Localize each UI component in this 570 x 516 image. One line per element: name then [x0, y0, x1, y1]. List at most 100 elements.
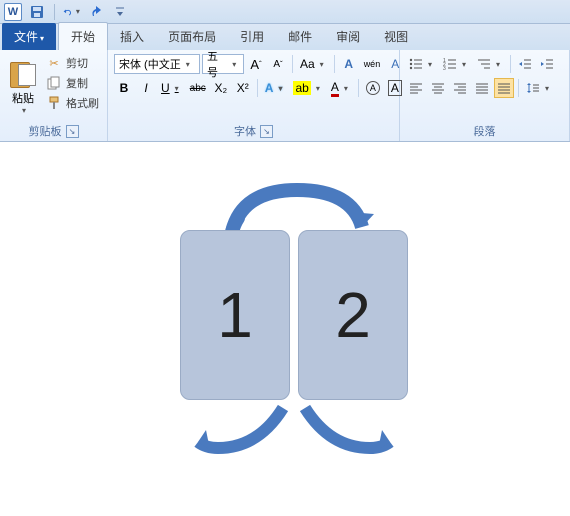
font-name-combo[interactable]: 宋体 (中文正▾ [114, 54, 200, 74]
dropdown-icon: ▾ [172, 84, 182, 93]
tab-references[interactable]: 引用 [228, 23, 276, 50]
tab-file[interactable]: 文件▾ [2, 23, 56, 50]
superscript-label: X² [237, 81, 249, 95]
phonetic-a-label: A [344, 57, 353, 71]
dropdown-icon: ▾ [75, 7, 81, 16]
underline-button[interactable]: U▾ [158, 78, 185, 98]
grow-font-button[interactable]: Aˆ [246, 54, 266, 74]
title-bar: W ▾ [0, 0, 570, 24]
cut-label: 剪切 [66, 55, 88, 71]
outdent-icon [518, 58, 532, 70]
undo-button[interactable]: ▾ [63, 3, 81, 21]
align-left-button[interactable] [406, 78, 426, 98]
tab-layout[interactable]: 页面布局 [156, 23, 228, 50]
format-painter-button[interactable]: 格式刷 [44, 94, 101, 112]
cycle-arrow-bottom-left [188, 400, 298, 456]
italic-label: I [144, 81, 147, 95]
align-justify-button[interactable] [472, 78, 492, 98]
group-font: 宋体 (中文正▾ 五号▾ Aˆ Aˇ Aa▾ A wén A B I [108, 50, 400, 141]
dropdown-icon: ▾ [230, 60, 239, 69]
strike-button[interactable]: abc [187, 78, 209, 98]
group-clipboard: 粘贴 ▾ ✂ 剪切 复制 格式刷 [0, 50, 108, 141]
dropdown-icon: ▾ [425, 60, 435, 69]
dropdown-icon: ▾ [183, 60, 193, 69]
indent-icon [540, 58, 554, 70]
phonetic-a-button[interactable]: A [339, 54, 359, 74]
dropdown-icon: ▾ [19, 106, 29, 115]
paragraph-group-label: 段落 [474, 123, 496, 139]
clipboard-launcher[interactable]: ↘ [66, 125, 79, 138]
format-painter-label: 格式刷 [66, 95, 99, 111]
tab-insert[interactable]: 插入 [108, 23, 156, 50]
align-justify-icon [475, 82, 489, 94]
align-center-button[interactable] [428, 78, 448, 98]
dropdown-icon: ▾ [40, 34, 44, 43]
paste-button[interactable]: 粘贴 ▾ [4, 52, 42, 117]
shrink-font-label: A [273, 59, 280, 70]
decrease-indent-button[interactable] [515, 54, 535, 74]
align-right-button[interactable] [450, 78, 470, 98]
diagram-box-1[interactable]: 1 [180, 230, 290, 400]
clear-formatting-label: A [391, 57, 399, 71]
cut-button[interactable]: ✂ 剪切 [44, 54, 101, 72]
brush-icon [46, 95, 62, 111]
align-right-icon [453, 82, 467, 94]
dropdown-icon: ▾ [542, 84, 552, 93]
phonetic-wen-label: wén [364, 59, 381, 69]
copy-icon [46, 75, 62, 91]
bullets-button[interactable]: ▾ [406, 54, 438, 74]
tab-view[interactable]: 视图 [372, 23, 420, 50]
bold-button[interactable]: B [114, 78, 134, 98]
tab-home[interactable]: 开始 [58, 22, 108, 50]
numbering-icon: 123 [443, 58, 457, 70]
numbering-button[interactable]: 123 ▾ [440, 54, 472, 74]
copy-label: 复制 [66, 75, 88, 91]
clipboard-group-label: 剪贴板 [29, 123, 62, 139]
scissors-icon: ✂ [46, 55, 62, 71]
subscript-label: X₂ [214, 81, 227, 95]
dropdown-icon: ▾ [341, 84, 351, 93]
increase-indent-button[interactable] [537, 54, 557, 74]
diagram-box-2[interactable]: 2 [298, 230, 408, 400]
enclosed-char-button[interactable]: A [363, 78, 383, 98]
font-size-value: 五号 [207, 48, 228, 80]
grow-font-label: A [250, 57, 259, 72]
subscript-button[interactable]: X₂ [211, 78, 231, 98]
align-left-icon [409, 82, 423, 94]
smartart-cycle-diagram[interactable]: 1 2 [170, 172, 420, 462]
qat-customize-button[interactable] [111, 3, 129, 21]
italic-button[interactable]: I [136, 78, 156, 98]
font-size-combo[interactable]: 五号▾ [202, 54, 244, 74]
text-effects-label: A [265, 81, 274, 95]
enclosed-char-label: A [366, 81, 380, 95]
text-effects-button[interactable]: A▾ [262, 78, 289, 98]
document-canvas[interactable]: 1 2 [0, 142, 570, 516]
ribbon: 粘贴 ▾ ✂ 剪切 复制 格式刷 [0, 50, 570, 142]
strike-label: abc [190, 83, 206, 94]
superscript-button[interactable]: X² [233, 78, 253, 98]
save-button[interactable] [28, 3, 46, 21]
line-spacing-button[interactable]: ▾ [523, 78, 555, 98]
change-case-button[interactable]: Aa▾ [297, 54, 330, 74]
multilevel-list-button[interactable]: ▾ [474, 54, 506, 74]
align-center-icon [431, 82, 445, 94]
distributed-align-button[interactable] [494, 78, 514, 98]
quick-access-toolbar: ▾ [28, 3, 129, 21]
tab-review[interactable]: 审阅 [324, 23, 372, 50]
dropdown-icon: ▾ [275, 84, 285, 93]
svg-text:3: 3 [443, 66, 446, 70]
highlight-label: ab [293, 81, 310, 95]
distributed-icon [497, 82, 511, 94]
highlight-button[interactable]: ab▾ [290, 78, 325, 98]
change-case-label: Aa [300, 57, 315, 71]
phonetic-wen-button[interactable]: wén [361, 54, 384, 74]
shrink-font-button[interactable]: Aˇ [268, 54, 288, 74]
tab-mail[interactable]: 邮件 [276, 23, 324, 50]
dropdown-icon: ▾ [459, 60, 469, 69]
font-launcher[interactable]: ↘ [260, 125, 273, 138]
tab-file-label: 文件 [14, 30, 38, 44]
font-color-button[interactable]: A▾ [328, 78, 354, 98]
copy-button[interactable]: 复制 [44, 74, 101, 92]
redo-button[interactable] [87, 3, 105, 21]
bold-label: B [120, 81, 129, 95]
